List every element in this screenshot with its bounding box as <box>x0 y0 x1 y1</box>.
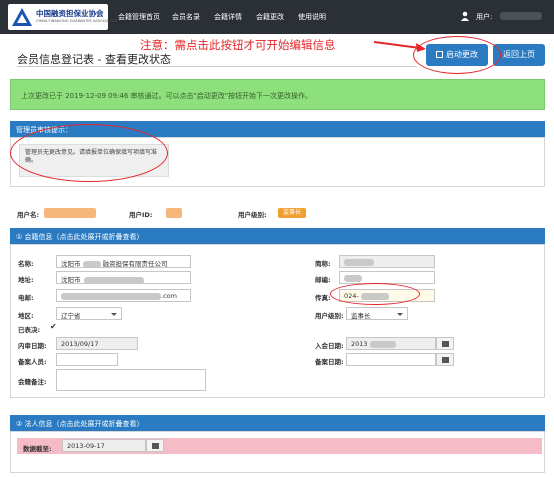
remark-label: 会籍备注: <box>18 378 47 386</box>
address-label: 地址: <box>18 276 34 284</box>
username-label: 用户名: <box>17 211 40 219</box>
nav-item-directory[interactable]: 会员名录 <box>172 12 200 22</box>
admin-panel-header[interactable]: 管理员审核提示： <box>10 121 545 137</box>
entry-date-field[interactable]: 2013 <box>346 337 436 350</box>
entry-date-value: 2013 <box>351 340 368 348</box>
user-level-select-value: 监事长 <box>351 312 371 320</box>
association-logo-icon <box>12 8 32 26</box>
start-change-button[interactable]: 启动更改 <box>426 44 488 66</box>
deadline-field[interactable]: 2013-09-17 <box>62 439 146 452</box>
calendar-icon[interactable] <box>436 337 454 350</box>
user-icon <box>461 11 469 21</box>
email-suffix: .com <box>161 292 177 300</box>
chevron-down-icon <box>111 313 117 316</box>
email-label: 电邮: <box>18 294 34 302</box>
zip-label: 邮编: <box>315 276 331 284</box>
admin-panel-title: 管理员审核提示： <box>16 126 72 134</box>
user-level-label: 用户级别: <box>238 211 267 219</box>
nav-item-change[interactable]: 会籍更改 <box>256 12 284 22</box>
member-panel-header[interactable]: ① 会籍信息（点击此处展开或折叠查看） <box>10 228 545 244</box>
calendar-icon[interactable] <box>436 353 454 366</box>
user-level-badge: 监事长 <box>278 208 306 218</box>
address-value: 沈阳市 <box>61 276 81 284</box>
calendar-icon[interactable] <box>146 439 164 452</box>
entry-date-label: 入会日期: <box>315 342 344 350</box>
legal-panel-title: ② 法人信息（点击此处展开或折叠查看） <box>16 420 144 428</box>
status-alert-text: 上次更改已于 2019-12-09 09:46 审核通过。可以点击"启动更改"按… <box>21 92 312 100</box>
short-name-field[interactable] <box>339 255 435 268</box>
confirmed-label: 已表决: <box>18 326 41 334</box>
email-field[interactable]: .com <box>56 289 191 302</box>
name-field[interactable]: 沈阳市 融资担保有限责任公司 <box>56 255 191 268</box>
admin-note: 管理员无更改意见。请填报单位确保填写项填写准确。 <box>19 144 169 177</box>
userid-badge <box>166 208 182 218</box>
nav-item-details[interactable]: 会籍详情 <box>214 12 242 22</box>
fax-label: 传真: <box>315 294 331 302</box>
filer-label: 备案人员: <box>18 358 47 366</box>
user-name-redacted <box>500 12 542 20</box>
fax-field[interactable]: 024- <box>339 289 435 302</box>
region-select[interactable]: 辽宁省 <box>56 307 122 320</box>
file-date-label: 备案日期: <box>315 358 344 366</box>
username-badge <box>44 208 96 218</box>
annotation-arrow-icon <box>373 41 426 52</box>
legal-panel-header[interactable]: ② 法人信息（点击此处展开或折叠查看） <box>10 415 545 431</box>
user-label[interactable]: 用户: <box>476 12 492 22</box>
join-date-field[interactable]: 2013/09/17 <box>56 337 138 350</box>
file-date-field[interactable] <box>346 353 436 366</box>
checkbox-icon[interactable]: ✔ <box>50 322 57 331</box>
member-panel-title: ① 会籍信息（点击此处展开或折叠查看） <box>16 233 144 241</box>
nav-item-home[interactable]: 会籍管理首页 <box>118 12 160 22</box>
remark-textarea[interactable] <box>56 369 206 391</box>
name-value-prefix: 沈阳市 <box>61 260 81 268</box>
user-level-field-label: 用户级别: <box>315 312 344 320</box>
logo-subtitle: CHINA FINANCING GUARANTEE ASSOCIATION <box>36 19 118 23</box>
deadline-label: 数据截至: <box>23 445 52 453</box>
userid-label: 用户ID: <box>129 211 153 219</box>
address-field[interactable]: 沈阳市 <box>56 271 191 284</box>
fax-value: 024- <box>344 292 359 300</box>
start-change-label: 启动更改 <box>446 50 478 59</box>
region-label: 地区: <box>18 312 34 320</box>
status-alert: 上次更改已于 2019-12-09 09:46 审核通过。可以点击"启动更改"按… <box>10 79 545 110</box>
chevron-down-icon <box>397 313 403 316</box>
top-navbar: 中国融资担保业协会 CHINA FINANCING GUARANTEE ASSO… <box>0 0 554 34</box>
join-date-label: 内审日期: <box>18 342 47 350</box>
nav-item-help[interactable]: 使用说明 <box>298 12 326 22</box>
annotation-text: 注意：需点击此按钮才可开始编辑信息 <box>140 38 336 52</box>
name-value-suffix: 融资担保有限责任公司 <box>102 260 168 268</box>
edit-icon <box>436 51 443 58</box>
logo[interactable]: 中国融资担保业协会 CHINA FINANCING GUARANTEE ASSO… <box>8 4 117 30</box>
name-label: 名称: <box>18 260 34 268</box>
short-name-label: 简称: <box>315 260 331 268</box>
page-title: 会员信息登记表 - 查看更改状态 <box>17 53 171 66</box>
logo-title: 中国融资担保业协会 <box>36 9 104 18</box>
back-button[interactable]: 返回上页 <box>493 44 545 66</box>
title-divider <box>17 66 417 67</box>
user-level-select[interactable]: 监事长 <box>346 307 408 320</box>
region-value: 辽宁省 <box>61 312 81 320</box>
zip-field[interactable] <box>339 271 435 284</box>
filer-field[interactable] <box>56 353 118 366</box>
